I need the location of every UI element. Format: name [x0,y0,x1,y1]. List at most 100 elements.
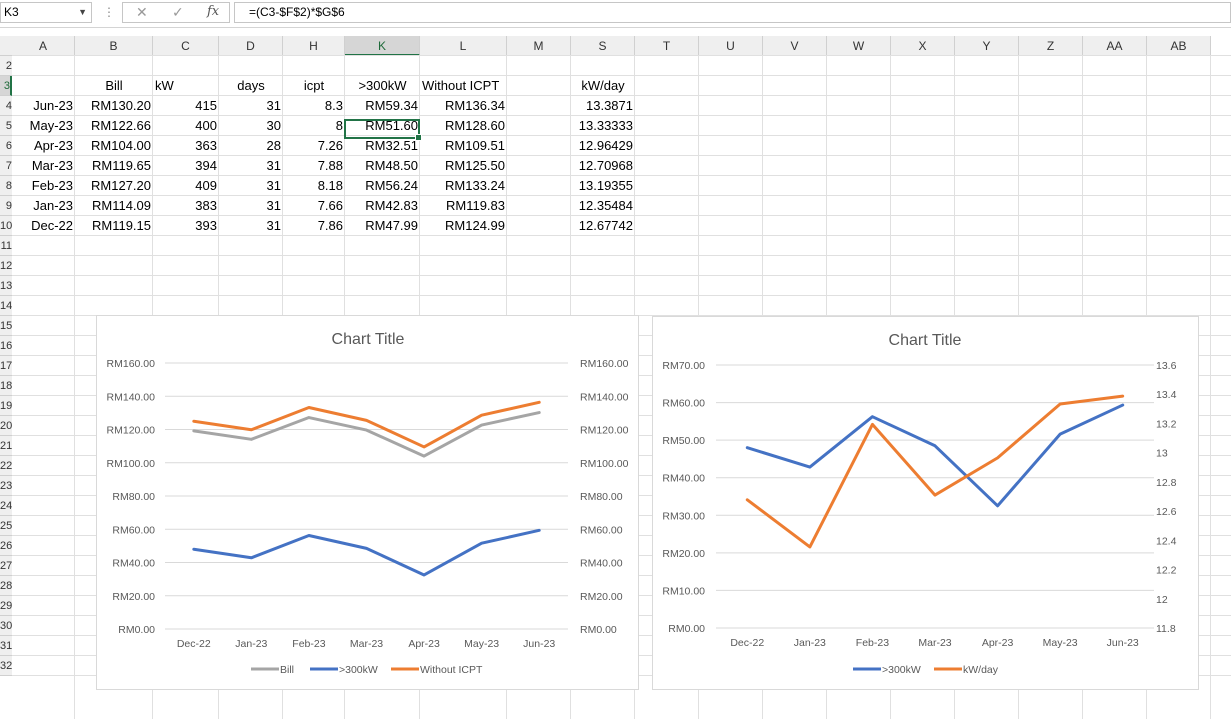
column-header-s[interactable]: S [571,36,635,56]
without-icpt-cell[interactable]: RM128.60 [420,116,507,136]
column-header-x[interactable]: X [891,36,955,56]
column-header-a[interactable]: A [12,36,75,56]
kw-per-day-cell[interactable]: 12.70968 [571,156,635,176]
column-header-d[interactable]: D [219,36,283,56]
month-cell[interactable]: Mar-23 [12,156,75,176]
over300kw-cell[interactable]: RM56.24 [345,176,420,196]
row-header[interactable]: 18 [0,376,12,396]
column-header-t[interactable]: T [635,36,699,56]
row-header[interactable]: 8 [0,176,12,196]
row-header[interactable]: 5 [0,116,12,136]
row-header[interactable]: 6 [0,136,12,156]
chevron-down-icon[interactable]: ▼ [78,3,87,22]
kw-per-day-cell[interactable]: 12.35484 [571,196,635,216]
over300kw-cell[interactable]: RM47.99 [345,216,420,236]
icpt-cell[interactable]: 7.66 [283,196,345,216]
active-cell-k3[interactable] [344,119,422,141]
icpt-cell[interactable]: 8.3 [283,96,345,116]
column-header-l[interactable]: L [420,36,507,56]
bill-cell[interactable]: RM119.65 [75,156,153,176]
days-cell[interactable]: 31 [219,216,283,236]
formula-input[interactable]: =(C3-$F$2)*$G$6 [234,2,1231,23]
row-header[interactable]: 7 [0,156,12,176]
row-header[interactable]: 31 [0,636,12,656]
row-header[interactable]: 11 [0,236,12,256]
bill-cell[interactable]: RM122.66 [75,116,153,136]
kw-cell[interactable]: 415 [153,96,219,116]
chart-1[interactable]: Chart Title RM0.00 RM20.00 RM40.00 RM60.00 RM… [96,315,639,690]
row-header[interactable]: 24 [0,496,12,516]
bill-cell[interactable]: RM104.00 [75,136,153,156]
column-header-aa[interactable]: AA [1083,36,1147,56]
month-cell[interactable]: Feb-23 [12,176,75,196]
kw-cell[interactable]: 409 [153,176,219,196]
bill-cell[interactable]: RM119.15 [75,216,153,236]
column-header-ab[interactable]: AB [1147,36,1211,56]
row-header[interactable]: 26 [0,536,12,556]
row-header[interactable]: 22 [0,456,12,476]
kw-per-day-cell[interactable]: 13.3871 [571,96,635,116]
row-header[interactable]: 28 [0,576,12,596]
header-cell-over300[interactable]: >300kW [345,76,420,96]
column-header-z[interactable]: Z [1019,36,1083,56]
row-header[interactable]: 15 [0,316,12,336]
row-header[interactable]: 16 [0,336,12,356]
row-header[interactable]: 10 [0,216,12,236]
row-header[interactable]: 29 [0,596,12,616]
days-cell[interactable]: 31 [219,96,283,116]
header-cell-kw[interactable]: kW [153,76,219,96]
kw-per-day-cell[interactable]: 12.67742 [571,216,635,236]
kw-per-day-cell[interactable]: 13.33333 [571,116,635,136]
column-header-b[interactable]: B [75,36,153,56]
month-cell[interactable]: May-23 [12,116,75,136]
header-cell-days[interactable]: days [219,76,283,96]
bill-cell[interactable]: RM127.20 [75,176,153,196]
icpt-cell[interactable]: 8.18 [283,176,345,196]
row-header[interactable]: 21 [0,436,12,456]
row-header[interactable]: 3 [0,76,12,96]
bill-cell[interactable]: RM114.09 [75,196,153,216]
column-header-v[interactable]: V [763,36,827,56]
row-header[interactable]: 23 [0,476,12,496]
kw-cell[interactable]: 393 [153,216,219,236]
row-header[interactable]: 19 [0,396,12,416]
chart-2[interactable]: Chart Title RM0.00 RM10.00 RM20.00 RM30.00 RM… [652,316,1199,690]
kw-cell[interactable]: 363 [153,136,219,156]
kw-per-day-cell[interactable]: 12.96429 [571,136,635,156]
row-header[interactable] [0,36,12,56]
row-header[interactable]: 30 [0,616,12,636]
name-box[interactable]: K3 ▼ [0,2,92,23]
without-icpt-cell[interactable]: RM109.51 [420,136,507,156]
row-header[interactable]: 32 [0,656,12,676]
without-icpt-cell[interactable]: RM124.99 [420,216,507,236]
month-cell[interactable]: Dec-22 [12,216,75,236]
without-icpt-cell[interactable]: RM133.24 [420,176,507,196]
header-cell-kwday[interactable]: kW/day [571,76,635,96]
cancel-icon[interactable]: ✕ [136,4,148,21]
column-header-m[interactable]: M [507,36,571,56]
days-cell[interactable]: 31 [219,176,283,196]
row-header[interactable]: 13 [0,276,12,296]
row-header[interactable]: 20 [0,416,12,436]
row-header[interactable]: 9 [0,196,12,216]
icpt-cell[interactable]: 8 [283,116,345,136]
column-header-c[interactable]: C [153,36,219,56]
without-icpt-cell[interactable]: RM119.83 [420,196,507,216]
without-icpt-cell[interactable]: RM136.34 [420,96,507,116]
month-cell[interactable]: Jan-23 [12,196,75,216]
icpt-cell[interactable]: 7.88 [283,156,345,176]
more-options-icon[interactable]: ⋮ [103,5,115,19]
days-cell[interactable]: 31 [219,156,283,176]
header-cell-without[interactable]: Without ICPT [420,76,507,96]
row-header[interactable]: 12 [0,256,12,276]
bill-cell[interactable]: RM130.20 [75,96,153,116]
row-header[interactable]: 25 [0,516,12,536]
icpt-cell[interactable]: 7.26 [283,136,345,156]
enter-icon[interactable]: ✓ [172,4,184,21]
column-header-u[interactable]: U [699,36,763,56]
icpt-cell[interactable]: 7.86 [283,216,345,236]
row-header[interactable]: 27 [0,556,12,576]
column-header-y[interactable]: Y [955,36,1019,56]
column-header-w[interactable]: W [827,36,891,56]
month-cell[interactable]: Jun-23 [12,96,75,116]
